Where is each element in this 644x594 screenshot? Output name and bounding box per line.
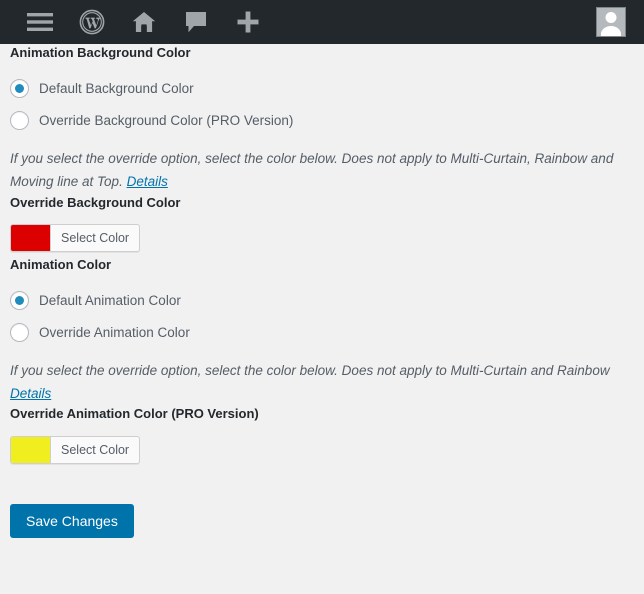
description-text-animation: If you select the override option, selec… xyxy=(10,363,610,378)
heading-override-animation-color: Override Animation Color (PRO Version) xyxy=(10,406,259,422)
save-changes-button[interactable]: Save Changes xyxy=(10,503,134,539)
select-color-label-background: Select Color xyxy=(61,230,130,245)
details-link-background[interactable]: Details xyxy=(127,174,168,189)
comments-icon[interactable] xyxy=(170,0,222,44)
radio-label-override-background-color: Override Background Color (PRO Version) xyxy=(39,112,294,128)
radio-default-background-color[interactable]: Default Background Color xyxy=(10,72,634,104)
radio-default-animation-color[interactable]: Default Animation Color xyxy=(10,284,634,316)
color-swatch-animation[interactable] xyxy=(11,436,51,463)
description-text-background: If you select the override option, selec… xyxy=(10,151,614,190)
radio-label-default-animation-color: Default Animation Color xyxy=(39,292,181,308)
settings-form: Animation Background Color Default Backg… xyxy=(0,44,644,539)
color-picker-background[interactable]: Select Color xyxy=(10,223,141,252)
new-content-icon[interactable] xyxy=(222,0,274,44)
radio-indicator-default-background-color[interactable] xyxy=(10,78,29,98)
color-swatch-background[interactable] xyxy=(11,224,51,251)
color-picker-animation[interactable]: Select Color xyxy=(10,435,141,464)
radio-override-animation-color[interactable]: Override Animation Color xyxy=(10,316,634,348)
details-link-animation[interactable]: Details xyxy=(10,386,51,401)
heading-animation-color: Animation Color xyxy=(10,256,112,272)
radio-label-override-animation-color: Override Animation Color xyxy=(39,324,190,340)
radio-group-animation-background-color: Default Background Color Override Backgr… xyxy=(10,72,634,136)
radio-label-default-background-color: Default Background Color xyxy=(39,80,194,96)
heading-override-background-color: Override Background Color xyxy=(10,194,181,210)
admin-bar xyxy=(0,0,644,44)
wordpress-logo-icon[interactable] xyxy=(66,0,118,44)
description-animation-background-color: If you select the override option, selec… xyxy=(10,147,634,193)
radio-indicator-override-animation-color[interactable] xyxy=(10,322,29,342)
select-color-label-animation: Select Color xyxy=(61,442,130,457)
radio-indicator-override-background-color[interactable] xyxy=(10,110,29,130)
heading-animation-background-color: Animation Background Color xyxy=(10,45,191,60)
avatar-silhouette-icon xyxy=(597,8,625,36)
save-row: Save Changes xyxy=(10,503,634,539)
description-animation-color: If you select the override option, selec… xyxy=(10,359,634,405)
radio-indicator-default-animation-color[interactable] xyxy=(10,290,29,310)
menu-icon[interactable] xyxy=(14,0,66,44)
radio-group-animation-color: Default Animation Color Override Animati… xyxy=(10,284,634,348)
avatar[interactable] xyxy=(596,7,626,37)
site-home-icon[interactable] xyxy=(118,0,170,44)
radio-override-background-color[interactable]: Override Background Color (PRO Version) xyxy=(10,104,634,136)
